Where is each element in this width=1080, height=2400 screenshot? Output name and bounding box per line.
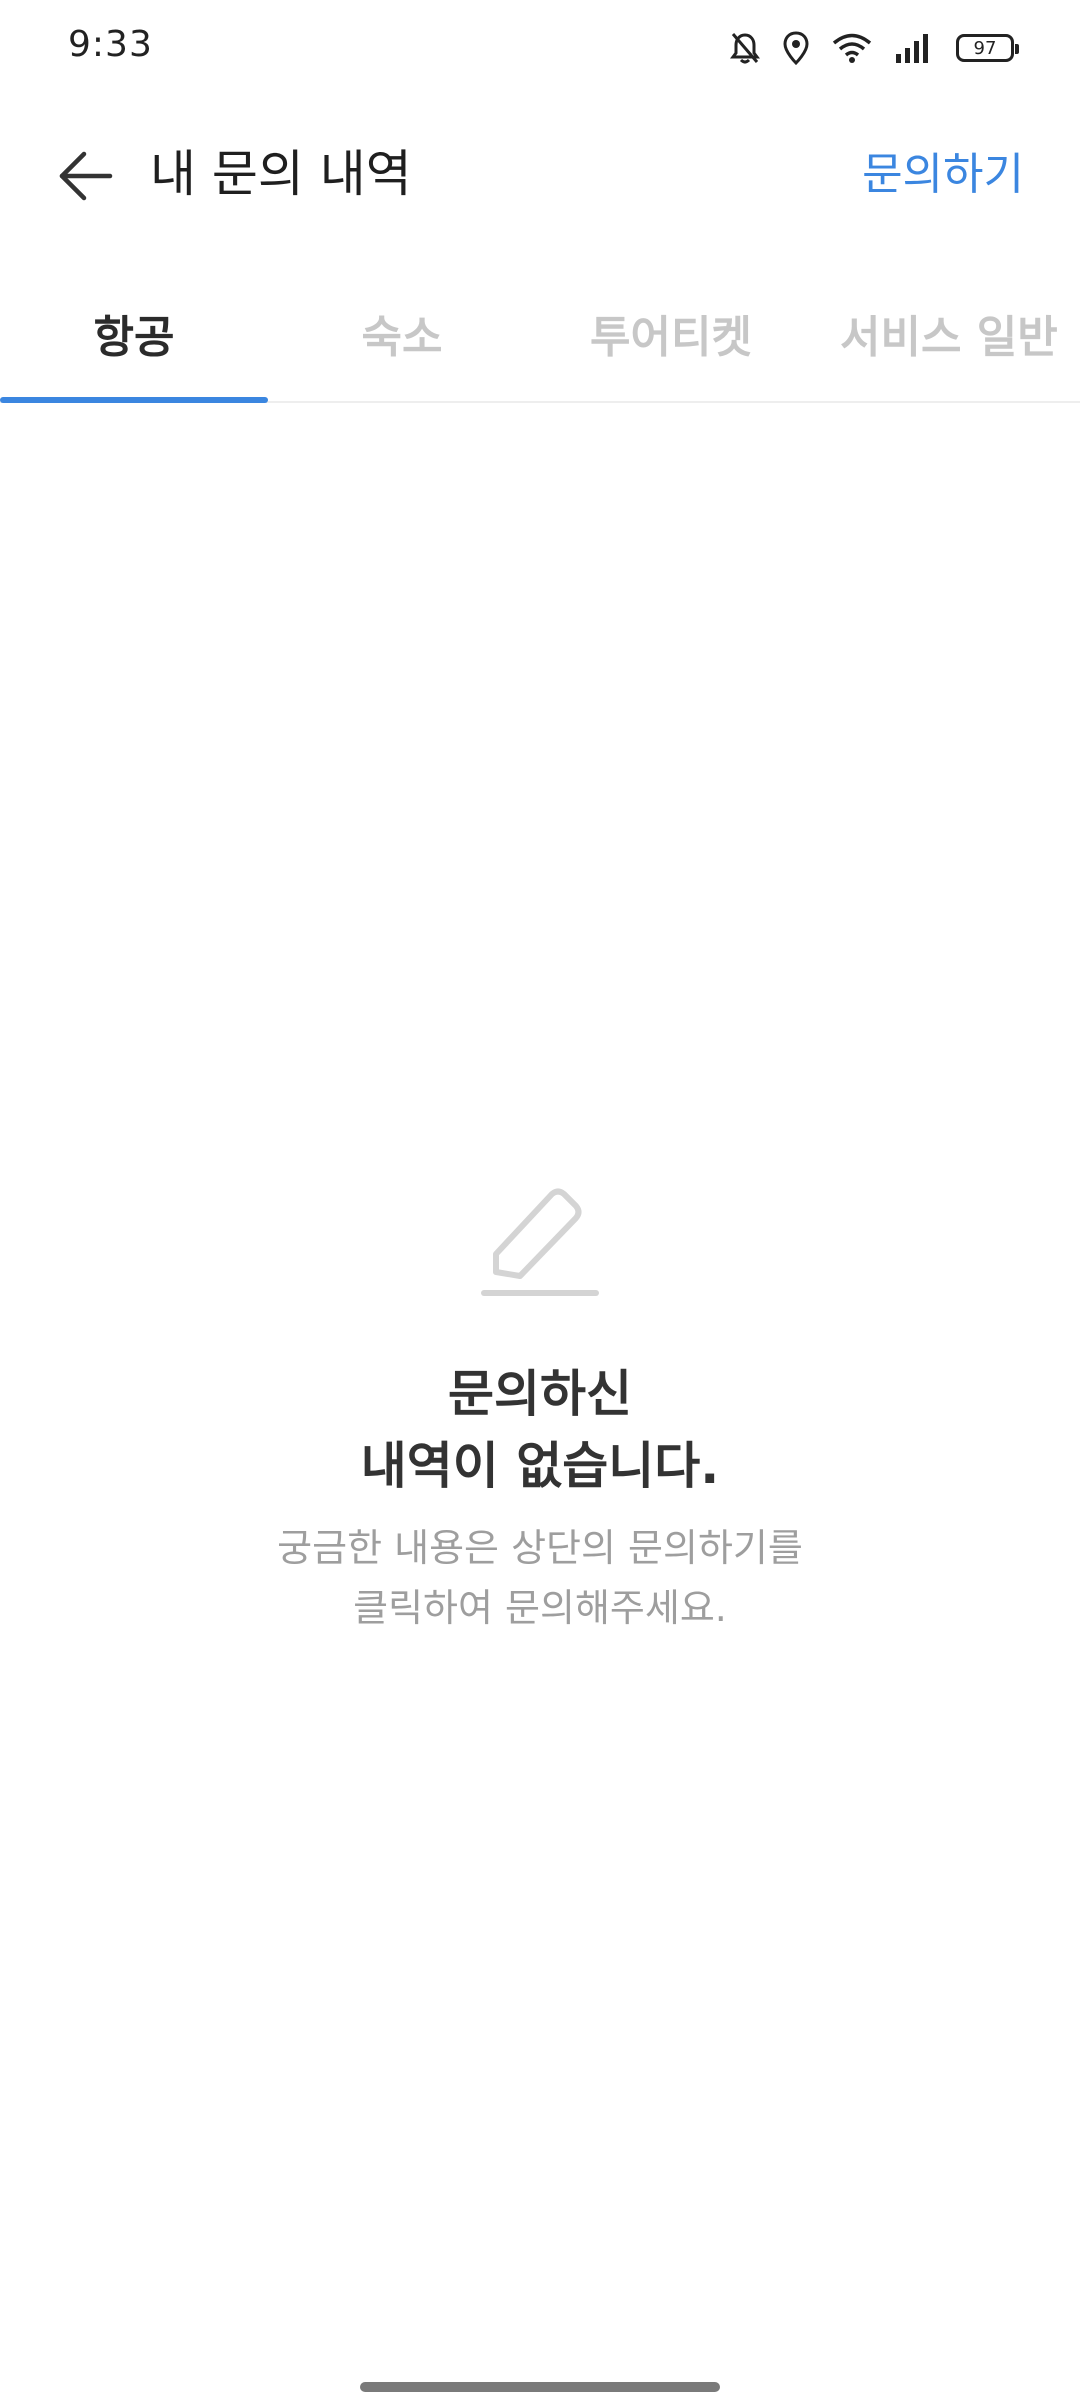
page-title: 내 문의 내역 xyxy=(150,145,412,203)
empty-description: 궁금한 내용은 상단의 문의하기를 클릭하여 문의해주세요. xyxy=(0,1518,1080,1638)
status-bar: 9:33 97 xyxy=(0,0,1080,100)
tab-indicator xyxy=(0,397,268,403)
location-icon xyxy=(782,31,810,65)
pencil-icon xyxy=(481,1188,599,1296)
tab-bar: 항공 숙소 투어티켓 서비스 일반 xyxy=(0,265,1080,403)
arrow-left-icon xyxy=(59,151,113,201)
back-button[interactable] xyxy=(50,140,122,212)
empty-title-line1: 문의하신 xyxy=(448,1365,632,1423)
app-bar: 내 문의 내역 문의하기 xyxy=(0,110,1080,240)
tab-tour-ticket[interactable]: 투어티켓 xyxy=(536,265,806,401)
screen: 9:33 97 내 문의 내역 문의하기 항공 숙소 투어티켓 서비스 일반 문… xyxy=(0,0,1080,2400)
wifi-icon xyxy=(832,32,872,64)
signal-icon xyxy=(894,32,934,64)
bell-off-icon xyxy=(730,31,760,65)
tab-flight[interactable]: 항공 xyxy=(0,265,268,401)
inquiry-button[interactable]: 문의하기 xyxy=(862,140,1024,210)
empty-desc-line2: 클릭하여 문의해주세요. xyxy=(353,1586,727,1630)
empty-title: 문의하신 내역이 없습니다. xyxy=(0,1358,1080,1502)
tab-service-general[interactable]: 서비스 일반 xyxy=(840,265,1080,401)
empty-desc-line1: 궁금한 내용은 상단의 문의하기를 xyxy=(277,1526,803,1570)
empty-title-line2: 내역이 없습니다. xyxy=(360,1437,720,1495)
status-time: 9:33 xyxy=(68,24,153,65)
tab-accommodation[interactable]: 숙소 xyxy=(268,265,536,401)
home-indicator[interactable] xyxy=(360,2382,720,2392)
battery-icon: 97 xyxy=(956,34,1019,62)
status-icons: 97 xyxy=(730,28,1019,68)
empty-state: 문의하신 내역이 없습니다. 궁금한 내용은 상단의 문의하기를 클릭하여 문의… xyxy=(0,1180,1080,1638)
